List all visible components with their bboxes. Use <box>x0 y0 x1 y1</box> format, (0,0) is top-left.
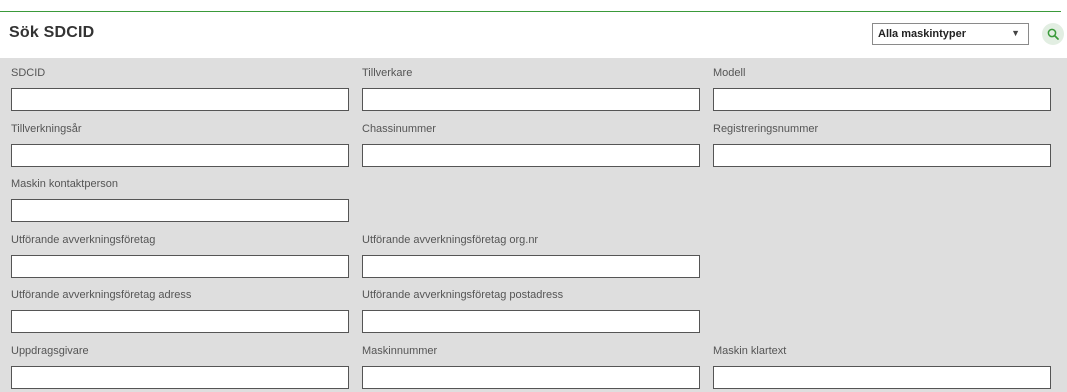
field-tillverkare: Tillverkare <box>362 66 700 111</box>
field-label-tillverkningsar: Tillverkningsår <box>11 123 82 135</box>
header: Sök SDCID Alla maskintyper ▼ <box>0 12 1067 58</box>
field-utforande-avverkningsforetag-postadress: Utförande avverkningsföretag postadress <box>362 288 700 333</box>
field-utforande-avverkningsforetag: Utförande avverkningsföretag <box>11 233 349 278</box>
search-icon <box>1047 28 1059 40</box>
field-label-maskinnummer: Maskinnummer <box>362 345 438 357</box>
tillverkningsar-input[interactable] <box>11 144 349 167</box>
field-utforande-avverkningsforetag-orgnr: Utförande avverkningsföretag org.nr <box>362 233 700 278</box>
utforande-avverkningsforetag-input[interactable] <box>11 255 349 278</box>
registreringsnummer-input[interactable] <box>713 144 1051 167</box>
field-label-utforande-avverkningsforetag-adress: Utförande avverkningsföretag adress <box>11 289 192 301</box>
field-label-registreringsnummer: Registreringsnummer <box>713 123 819 135</box>
field-tillverkningsar: Tillverkningsår <box>11 122 349 167</box>
field-chassinummer: Chassinummer <box>362 122 700 167</box>
field-maskin-klartext: Maskin klartext <box>713 344 1051 389</box>
field-label-maskin-kontaktperson: Maskin kontaktperson <box>11 178 118 190</box>
field-label-sdcid: SDCID <box>11 67 46 79</box>
maskinnummer-input[interactable] <box>362 366 700 389</box>
chassinummer-input[interactable] <box>362 144 700 167</box>
field-label-maskin-klartext: Maskin klartext <box>713 345 787 357</box>
field-label-utforande-avverkningsforetag-postadress: Utförande avverkningsföretag postadress <box>362 289 564 301</box>
search-button[interactable] <box>1042 23 1064 45</box>
field-uppdragsgivare: Uppdragsgivare <box>11 344 349 389</box>
uppdragsgivare-input[interactable] <box>11 366 349 389</box>
field-label-utforande-avverkningsforetag-orgnr: Utförande avverkningsföretag org.nr <box>362 234 539 246</box>
page: Sök SDCID Alla maskintyper ▼ SDCID Tillv… <box>0 0 1067 392</box>
machine-type-select[interactable]: Alla maskintyper ▼ <box>872 23 1029 45</box>
page-title: Sök SDCID <box>9 24 95 41</box>
field-label-modell: Modell <box>713 67 746 79</box>
utforande-avverkningsforetag-adress-input[interactable] <box>11 310 349 333</box>
field-label-utforande-avverkningsforetag: Utförande avverkningsföretag <box>11 234 156 246</box>
maskin-klartext-input[interactable] <box>713 366 1051 389</box>
field-label-tillverkare: Tillverkare <box>362 67 413 79</box>
triangle-down-icon: ▼ <box>1011 28 1020 38</box>
machine-type-select-value: Alla maskintyper <box>878 28 967 40</box>
field-maskin-kontaktperson: Maskin kontaktperson <box>11 177 349 222</box>
field-utforande-avverkningsforetag-adress: Utförande avverkningsföretag adress <box>11 288 349 333</box>
field-modell: Modell <box>713 66 1051 111</box>
sdcid-input[interactable] <box>11 88 349 111</box>
utforande-avverkningsforetag-orgnr-input[interactable] <box>362 255 700 278</box>
field-sdcid: SDCID <box>11 66 349 111</box>
modell-input[interactable] <box>713 88 1051 111</box>
utforande-avverkningsforetag-postadress-input[interactable] <box>362 310 700 333</box>
field-maskinnummer: Maskinnummer <box>362 344 700 389</box>
field-label-chassinummer: Chassinummer <box>362 123 436 135</box>
field-registreringsnummer: Registreringsnummer <box>713 122 1051 167</box>
search-form: SDCID Tillverkare Modell Tillverkningsår… <box>0 58 1067 392</box>
maskin-kontaktperson-input[interactable] <box>11 199 349 222</box>
field-label-uppdragsgivare: Uppdragsgivare <box>11 345 89 357</box>
tillverkare-input[interactable] <box>362 88 700 111</box>
